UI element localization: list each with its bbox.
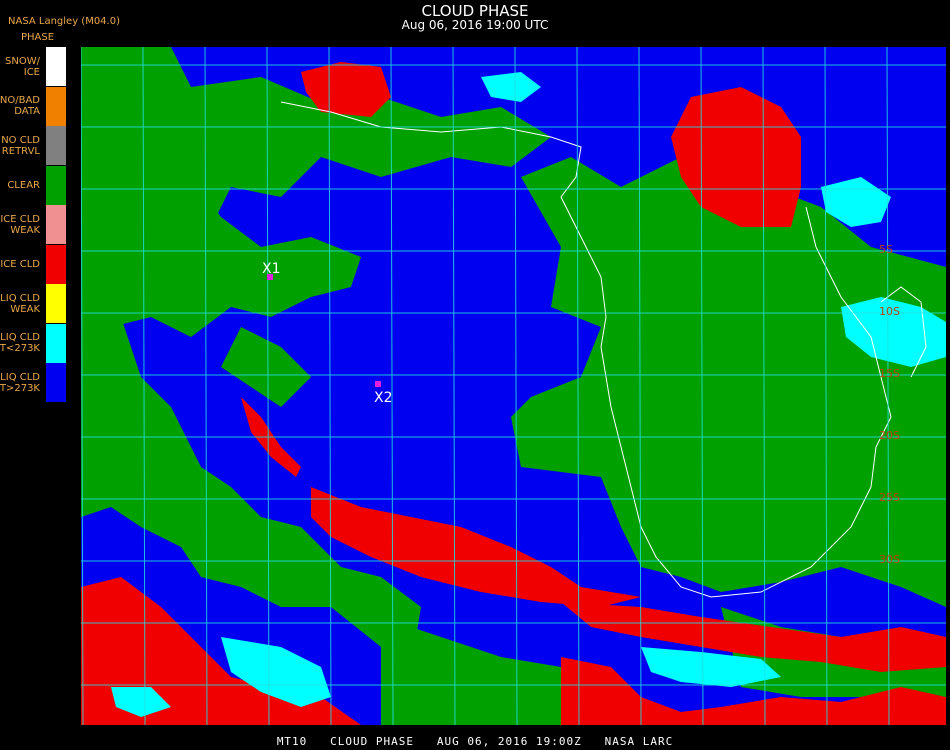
legend-label: NO CLD RETRVL	[1, 134, 40, 157]
legend-item: LIQ CLD WEAK	[0, 284, 66, 323]
legend-swatch	[46, 205, 66, 244]
legend-swatch	[46, 126, 66, 165]
legend-item: NO CLD RETRVL	[0, 126, 66, 165]
legend-label: LIQ CLD T<273K	[0, 332, 40, 354]
legend-item: CLEAR	[0, 165, 66, 205]
cloud-phase-map: 5S 10S 15S 20S 25S 30S X1 X2	[81, 47, 946, 725]
legend-label: ICE CLD WEAK	[0, 213, 40, 236]
footer-caption: MT10 CLOUD PHASE AUG 06, 2016 19:00Z NAS…	[276, 735, 674, 748]
latitude-label: 30S	[879, 553, 900, 566]
legend-label: ICE CLD	[0, 258, 40, 270]
legend-swatch	[46, 86, 66, 126]
legend-swatch	[46, 165, 66, 205]
legend-item: LIQ CLD T<273K	[0, 323, 66, 363]
image-datetime: Aug 06, 2016 19:00 UTC	[401, 18, 549, 32]
legend-title: PHASE	[21, 32, 55, 43]
legend-label: LIQ CLD WEAK	[0, 292, 40, 315]
legend-item: LIQ CLD T>273K	[0, 363, 66, 402]
legend-swatch	[46, 363, 66, 402]
site-marker-label: X1	[262, 261, 281, 277]
latitude-label: 5S	[879, 243, 893, 256]
producer-label: NASA Langley (M04.0)	[8, 16, 120, 27]
legend-label: CLEAR	[7, 179, 40, 191]
legend-item: SNOW/ICE	[0, 47, 66, 86]
legend-swatch	[46, 47, 66, 86]
legend-label: LIQ CLD T>273K	[0, 371, 40, 394]
latitude-label: 10S	[879, 305, 900, 318]
map-canvas: 5S 10S 15S 20S 25S 30S X1 X2	[81, 47, 946, 725]
legend-item: NO/BAD DATA	[0, 86, 66, 126]
legend-label: SNOW/ICE	[5, 55, 40, 78]
legend-swatch	[46, 284, 66, 323]
site-marker-label: X2	[374, 390, 393, 406]
site-marker	[375, 381, 381, 387]
legend-label: NO/BAD DATA	[0, 95, 40, 117]
legend-item: ICE CLD WEAK	[0, 205, 66, 244]
latitude-label: 15S	[879, 367, 900, 380]
latitude-label: 20S	[879, 429, 900, 442]
legend-swatch	[46, 244, 66, 284]
latitude-label: 25S	[879, 491, 900, 504]
legend-item: ICE CLD	[0, 244, 66, 284]
legend-swatch	[46, 323, 66, 363]
